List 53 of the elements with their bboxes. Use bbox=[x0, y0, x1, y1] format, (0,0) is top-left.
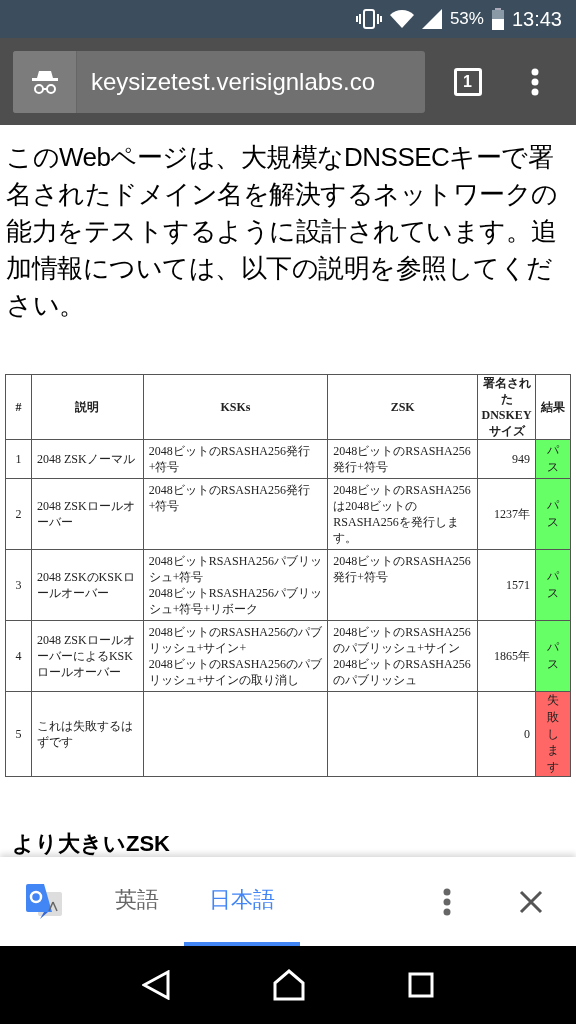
table-cell: 2048 ZSKのKSKロールオーバー bbox=[31, 549, 144, 621]
result-cell: パス bbox=[535, 620, 571, 692]
table-cell: 2048ビットのRSASHA256発行+符号 bbox=[143, 478, 328, 550]
column-header: 署名された DNSKEY サイズ bbox=[477, 374, 536, 440]
language-tab[interactable]: 英語 bbox=[90, 857, 184, 946]
table-cell: 2048ビットのRSASHA256のパブリッシュ+サイン 2048ビットのRSASHA256のパブリッシュ bbox=[327, 620, 478, 692]
table-cell: 1237年 bbox=[477, 478, 536, 550]
more-icon[interactable] bbox=[530, 67, 539, 96]
table-cell: 2048 ZSKロールオーバーによるKSKロールオーバー bbox=[31, 620, 144, 692]
translate-icon bbox=[26, 883, 64, 920]
back-icon[interactable] bbox=[141, 970, 170, 1000]
incognito-icon bbox=[30, 68, 59, 95]
table-cell: 2048ビットのRSASHA256は2048ビットのRSASHA256を発行します。 bbox=[327, 478, 478, 550]
result-cell: 失敗します bbox=[535, 691, 571, 777]
table-cell: 4 bbox=[5, 620, 32, 692]
result-cell: パス bbox=[535, 549, 571, 621]
clock: 13:43 bbox=[511, 7, 562, 32]
url-text: keysizetest.verisignlabs.co bbox=[90, 66, 376, 97]
table-cell: 2048ビットのRSASHA256発行+符号 bbox=[143, 439, 328, 479]
battery-icon bbox=[491, 8, 504, 30]
table-cell: 1571 bbox=[477, 549, 536, 621]
more-icon[interactable] bbox=[443, 887, 451, 916]
table-cell: 2 bbox=[5, 478, 32, 550]
home-icon[interactable] bbox=[273, 969, 305, 1001]
result-cell: パス bbox=[535, 478, 571, 550]
address-bar[interactable]: keysizetest.verisignlabs.co bbox=[13, 50, 425, 113]
battery-percent: 53% bbox=[449, 8, 484, 31]
table-cell: 949 bbox=[477, 439, 536, 479]
column-header: ZSK bbox=[327, 374, 478, 440]
close-icon[interactable] bbox=[519, 889, 543, 914]
table-cell: 1865年 bbox=[477, 620, 536, 692]
vibrate-icon bbox=[355, 9, 382, 29]
table-cell: 5 bbox=[5, 691, 32, 777]
table-cell: 2048 ZSKノーマル bbox=[31, 439, 144, 479]
table-cell: 2048ビットのRSASHA256発行+符号 bbox=[327, 549, 478, 621]
intro-paragraph: このWebページは、大規模なDNSSECキーで署名されたドメイン名を解決するネットワークの能力をテストするように設計されています。追加情報については、以下の説明を参照してください。 bbox=[5, 141, 559, 322]
table-cell: 1 bbox=[5, 439, 32, 479]
table-cell: これは失敗するはずです bbox=[31, 691, 144, 777]
table-cell: 3 bbox=[5, 549, 32, 621]
column-header: 結果 bbox=[535, 374, 571, 440]
tab-count-button[interactable]: 1 bbox=[453, 67, 482, 96]
recents-icon[interactable] bbox=[408, 972, 435, 998]
section-heading: より大きいZSK bbox=[12, 831, 170, 857]
table-cell: 2048ビットRSASHA256パブリッシュ+符号 2048ビットRSASHA256パブリッシュ+符号+リボーク bbox=[143, 549, 328, 621]
table-cell: 2048ビットのRSASHA256のパブリッシュ+サイン+ 2048ビットのRSASHA256のパブリッシュ+サインの取り消し bbox=[143, 620, 328, 692]
signal-icon bbox=[421, 9, 442, 29]
table-cell: 2048 ZSKロールオーバー bbox=[31, 478, 144, 550]
table-cell: 2048ビットのRSASHA256発行+符号 bbox=[327, 439, 478, 479]
column-header: 説明 bbox=[31, 374, 144, 440]
column-header: # bbox=[5, 374, 32, 440]
table-cell: 0 bbox=[477, 691, 536, 777]
wifi-icon bbox=[389, 9, 414, 29]
column-header: KSKs bbox=[143, 374, 328, 440]
